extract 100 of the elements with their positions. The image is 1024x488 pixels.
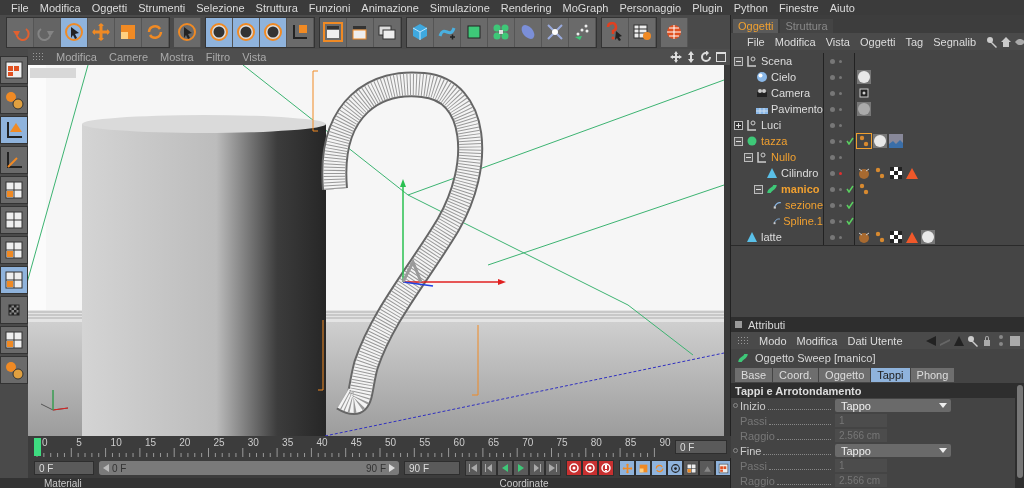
scrollbar[interactable] (1015, 383, 1024, 488)
object-name[interactable]: tazza (761, 135, 788, 147)
checkmark-icon[interactable] (846, 185, 854, 193)
checkmark-icon[interactable] (846, 217, 854, 225)
viewport-menu-item[interactable]: Mostra (160, 51, 194, 63)
object-name[interactable]: Cilindro (781, 167, 819, 179)
editor-visibility-dot[interactable] (830, 186, 835, 192)
menu-item[interactable]: Finestre (774, 1, 825, 14)
object-name[interactable]: Cielo (771, 71, 797, 83)
collapse-toggle-icon[interactable] (744, 152, 753, 162)
menu-item[interactable]: Rendering (495, 1, 558, 14)
menu-item[interactable]: Modo (759, 334, 787, 347)
viewport-menu-item[interactable]: Modifica (56, 51, 97, 63)
menu-item[interactable]: MoGraph (557, 1, 615, 14)
x-axis-button[interactable] (206, 17, 233, 47)
material-sphere-icon[interactable] (873, 134, 887, 148)
search-icon[interactable] (967, 334, 979, 347)
viewport-menu-item[interactable]: Filtro (205, 51, 231, 63)
move-arrows-button[interactable] (88, 17, 115, 47)
triangle-toggle[interactable] (699, 460, 715, 476)
rotate-view-icon[interactable] (700, 51, 712, 63)
texture-tag-icon[interactable] (857, 230, 871, 244)
checker-tag-icon[interactable] (889, 230, 903, 244)
collapse-toggle-icon[interactable] (734, 136, 743, 146)
menu-item[interactable]: Selezione (191, 1, 251, 14)
dots-tag-icon[interactable] (857, 182, 871, 196)
attribute-tab[interactable]: Tappi (871, 368, 910, 382)
attribute-tab[interactable]: Base (735, 368, 773, 382)
collapse-toggle-icon[interactable] (734, 56, 743, 66)
object-name[interactable]: sezione (785, 199, 823, 211)
render-visibility-dot[interactable] (839, 155, 842, 159)
grid-button[interactable] (0, 326, 28, 354)
render-visibility-dot[interactable] (839, 123, 842, 127)
current-frame-field[interactable]: 0 F (675, 440, 727, 454)
render-visibility-dot[interactable] (839, 139, 842, 143)
move-view-icon[interactable] (670, 51, 682, 63)
grid-button[interactable] (0, 206, 28, 234)
render-visibility-dot[interactable] (839, 59, 842, 63)
scale-toggle[interactable] (635, 460, 651, 476)
home-icon[interactable] (1000, 35, 1012, 48)
clapperboard-button[interactable] (320, 17, 347, 47)
menu-item[interactable]: Tag (905, 35, 924, 48)
grid-button[interactable] (0, 176, 28, 204)
nurbs-cube-button[interactable] (461, 17, 488, 47)
cube-button[interactable] (407, 17, 434, 47)
checker-tag-icon[interactable] (889, 166, 903, 180)
object-name[interactable]: manico (781, 183, 820, 195)
record-button[interactable] (566, 460, 582, 476)
globe-button[interactable] (661, 17, 688, 47)
menu-item[interactable]: Python (728, 1, 774, 14)
maximize-icon[interactable] (715, 51, 727, 63)
menu-item[interactable]: Modifica (774, 35, 816, 48)
editor-visibility-dot[interactable] (830, 234, 835, 240)
editor-visibility-dot[interactable] (830, 74, 835, 80)
render-visibility-dot[interactable] (839, 235, 842, 239)
object-name[interactable]: latte (761, 231, 782, 243)
viewport-menu-item[interactable]: Camere (108, 51, 149, 63)
scale-button[interactable] (115, 17, 142, 47)
parameter-toggle[interactable] (667, 460, 683, 476)
object-name[interactable]: Nullo (771, 151, 797, 163)
z-axis-button[interactable] (260, 17, 287, 47)
grid-button[interactable] (0, 236, 28, 264)
editor-visibility-dot[interactable] (830, 202, 835, 208)
start-frame-field[interactable]: 0 F (34, 461, 94, 475)
render-visibility-dot[interactable] (839, 187, 842, 191)
checker-button[interactable] (0, 296, 28, 324)
play-button[interactable] (513, 460, 529, 476)
editor-visibility-dot[interactable] (830, 170, 835, 176)
editor-visibility-dot[interactable] (830, 58, 835, 64)
expand-toggle-icon[interactable] (734, 120, 743, 130)
right-arrow-icon[interactable] (389, 464, 395, 472)
menu-item[interactable]: Modifica (34, 1, 87, 14)
attribute-tab[interactable]: Oggetto (819, 368, 871, 382)
render-visibility-dot[interactable] (839, 219, 842, 223)
checkmark-icon[interactable] (846, 137, 854, 145)
dots-tag-icon[interactable] (857, 134, 871, 148)
menu-item[interactable]: File (6, 1, 35, 14)
render-visibility-dot[interactable] (839, 107, 842, 111)
burst-arrows-button[interactable] (542, 17, 569, 47)
object-name[interactable]: Luci (761, 119, 782, 131)
render-visibility-dot[interactable] (839, 171, 842, 175)
target-tag-icon[interactable] (857, 86, 871, 100)
checkmark-icon[interactable] (846, 201, 854, 209)
new-panel-icon[interactable] (1009, 334, 1021, 347)
end-frame-field[interactable]: 90 F (404, 461, 460, 475)
menu-item[interactable]: Personaggio (614, 1, 688, 14)
spline-button[interactable] (434, 17, 461, 47)
lens-button[interactable] (515, 17, 542, 47)
menu-item[interactable]: File (747, 35, 765, 48)
menu-item[interactable]: Vista (825, 35, 850, 48)
menu-item[interactable]: Segnalib (933, 35, 976, 48)
cluster-button[interactable] (488, 17, 515, 47)
dropdown[interactable]: Tappo (835, 444, 951, 457)
previous-key-button[interactable] (481, 460, 497, 476)
skip-start-button[interactable] (465, 460, 481, 476)
next-key-button[interactable] (529, 460, 545, 476)
material-sphere-icon[interactable] (857, 70, 871, 84)
y-axis-button[interactable] (233, 17, 260, 47)
clapperboards-button[interactable] (374, 17, 401, 47)
viewport-menu-item[interactable]: Vista (242, 51, 267, 63)
